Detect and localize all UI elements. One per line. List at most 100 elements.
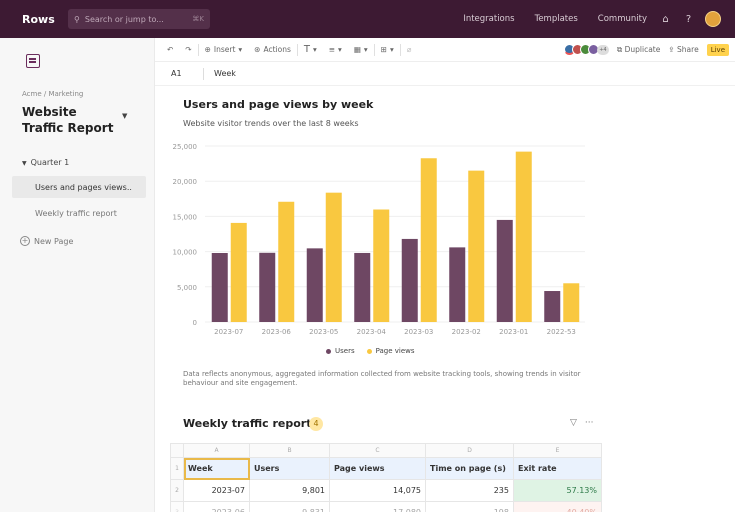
x-tick-label: 2023-01 <box>499 328 528 336</box>
header-cell[interactable]: Users <box>249 457 330 480</box>
row-number[interactable]: 1 <box>170 457 184 480</box>
app-logo[interactable]: Rows <box>22 13 58 26</box>
table-title: Weekly traffic report <box>183 417 312 430</box>
table-cell[interactable]: 235 <box>425 479 514 502</box>
bar-users[interactable] <box>401 238 418 322</box>
bar-users[interactable] <box>496 219 513 322</box>
table-cell[interactable]: 14,075 <box>329 479 426 502</box>
legend-item-page-views[interactable]: Page views <box>366 347 415 355</box>
live-button[interactable]: Live <box>706 43 729 56</box>
bar-users[interactable] <box>354 252 371 322</box>
link-button[interactable]: ⌀ <box>401 45 418 54</box>
format-button[interactable]: ▦ ▾ <box>348 45 374 54</box>
chevron-down-icon: ▾ <box>389 45 394 54</box>
filter-icon[interactable]: ▽ <box>570 418 577 428</box>
column-letters-row: A B C D E <box>170 443 602 458</box>
bar-page-views[interactable] <box>420 158 437 322</box>
redo-icon[interactable]: ↷ <box>185 45 191 54</box>
row-number[interactable]: 2 <box>170 479 184 502</box>
nav-link-templates[interactable]: Templates <box>535 14 578 24</box>
nav-link-integrations[interactable]: Integrations <box>463 14 514 24</box>
new-page-label: New Page <box>34 236 74 246</box>
sidebar-section-quarter[interactable]: ▼ Quarter 1 <box>22 158 69 167</box>
table-cell[interactable]: 9,801 <box>249 479 330 502</box>
bar-users[interactable] <box>211 253 228 322</box>
table-row: 3 2023-06 9,831 17,080 198 40.40% <box>170 501 602 512</box>
table-cell[interactable]: 2023-07 <box>183 479 250 502</box>
text-icon: T <box>303 44 310 55</box>
help-icon[interactable]: ? <box>682 13 695 26</box>
duplicate-button[interactable]: ⧉ Duplicate <box>617 45 660 55</box>
table-cell[interactable]: 198 <box>425 501 514 512</box>
bar-page-views[interactable] <box>468 170 485 322</box>
comment-count-badge[interactable]: 4 <box>309 417 323 431</box>
chevron-down-icon: ▼ <box>22 160 27 167</box>
share-icon: ⇪ <box>668 45 675 54</box>
search-input[interactable]: ⚲ Search or jump to... ⌘K <box>68 9 210 29</box>
sidebar-item-weekly-traffic[interactable]: Weekly traffic report <box>12 202 146 224</box>
search-shortcut: ⌘K <box>192 15 204 23</box>
bar-users[interactable] <box>259 252 276 322</box>
legend-label: Users <box>335 347 355 355</box>
row-number[interactable]: 3 <box>170 501 184 512</box>
column-letter[interactable]: C <box>329 443 426 458</box>
sidebar: Acme / Marketing Website Traffic Report … <box>0 38 155 512</box>
formula-input[interactable]: Week <box>214 69 236 78</box>
undo-icon[interactable]: ↶ <box>167 45 173 54</box>
bar-page-views[interactable] <box>563 283 580 322</box>
bar-page-views[interactable] <box>373 209 390 322</box>
header-cell[interactable]: Exit rate <box>513 457 602 480</box>
x-tick-label: 2023-04 <box>357 328 387 336</box>
bar-users[interactable] <box>306 248 323 322</box>
align-icon: ≡ <box>328 45 336 54</box>
bar-page-views[interactable] <box>278 201 295 322</box>
spreadsheet-icon[interactable] <box>26 54 40 68</box>
collaborator-avatars[interactable]: +4 <box>563 44 609 55</box>
data-table: A B C D E 1 Week Users Page views Time o… <box>170 443 602 512</box>
chevron-down-icon[interactable]: ▼ <box>122 112 127 120</box>
actions-button[interactable]: ⊛ Actions <box>248 45 297 54</box>
section-label: Quarter 1 <box>30 158 70 167</box>
bar-users[interactable] <box>449 247 466 322</box>
column-letter[interactable]: E <box>513 443 602 458</box>
table-cell[interactable]: 57.13% <box>513 479 602 502</box>
text-format-button[interactable]: T ▾ <box>298 44 323 55</box>
y-tick-label: 25,000 <box>173 143 198 151</box>
more-icon[interactable]: ··· <box>585 418 594 428</box>
bar-page-views[interactable] <box>325 192 342 322</box>
chevron-down-icon: ▾ <box>312 45 317 54</box>
bar-users[interactable] <box>544 291 561 322</box>
column-letter[interactable]: A <box>183 443 250 458</box>
header-cell[interactable]: Page views <box>329 457 426 480</box>
chevron-down-icon: ▾ <box>363 45 368 54</box>
cell-reference[interactable]: A1 <box>155 69 183 78</box>
column-letter[interactable]: B <box>249 443 330 458</box>
align-button[interactable]: ≡ ▾ <box>323 45 348 54</box>
search-placeholder: Search or jump to... <box>84 14 164 24</box>
document-title[interactable]: Website Traffic Report <box>22 104 122 136</box>
x-tick-label: 2023-03 <box>404 328 433 336</box>
user-avatar[interactable] <box>705 11 721 27</box>
breadcrumb[interactable]: Acme / Marketing <box>22 90 83 98</box>
header-cell[interactable]: Time on page (s) <box>425 457 514 480</box>
actions-label: Actions <box>263 45 291 54</box>
sidebar-item-label: Users and pages views.. <box>35 182 132 192</box>
bar-page-views[interactable] <box>515 151 532 322</box>
borders-button[interactable]: ⊞ ▾ <box>375 45 400 54</box>
table-cell[interactable]: 9,831 <box>249 501 330 512</box>
gift-icon[interactable]: ⌂ <box>659 13 672 26</box>
nav-link-community[interactable]: Community <box>598 14 647 24</box>
share-button[interactable]: ⇪ Share <box>668 45 698 54</box>
table-cell[interactable]: 2023-06 <box>183 501 250 512</box>
column-letter[interactable]: D <box>425 443 514 458</box>
bar-chart[interactable]: 25,000 20,000 15,000 10,000 5,000 0 2023-07 202… <box>160 136 590 346</box>
table-cell[interactable]: 17,080 <box>329 501 426 512</box>
bar-page-views[interactable] <box>230 222 247 322</box>
legend-item-users[interactable]: Users <box>326 347 355 355</box>
table-cell[interactable]: 40.40% <box>513 501 602 512</box>
y-tick-label: 15,000 <box>173 213 198 221</box>
new-page-button[interactable]: + New Page <box>20 236 73 246</box>
header-cell[interactable]: Week <box>183 457 250 480</box>
insert-button[interactable]: ⊕ Insert ▾ <box>199 45 249 54</box>
sidebar-item-users-page-views[interactable]: Users and pages views.. <box>12 176 146 198</box>
